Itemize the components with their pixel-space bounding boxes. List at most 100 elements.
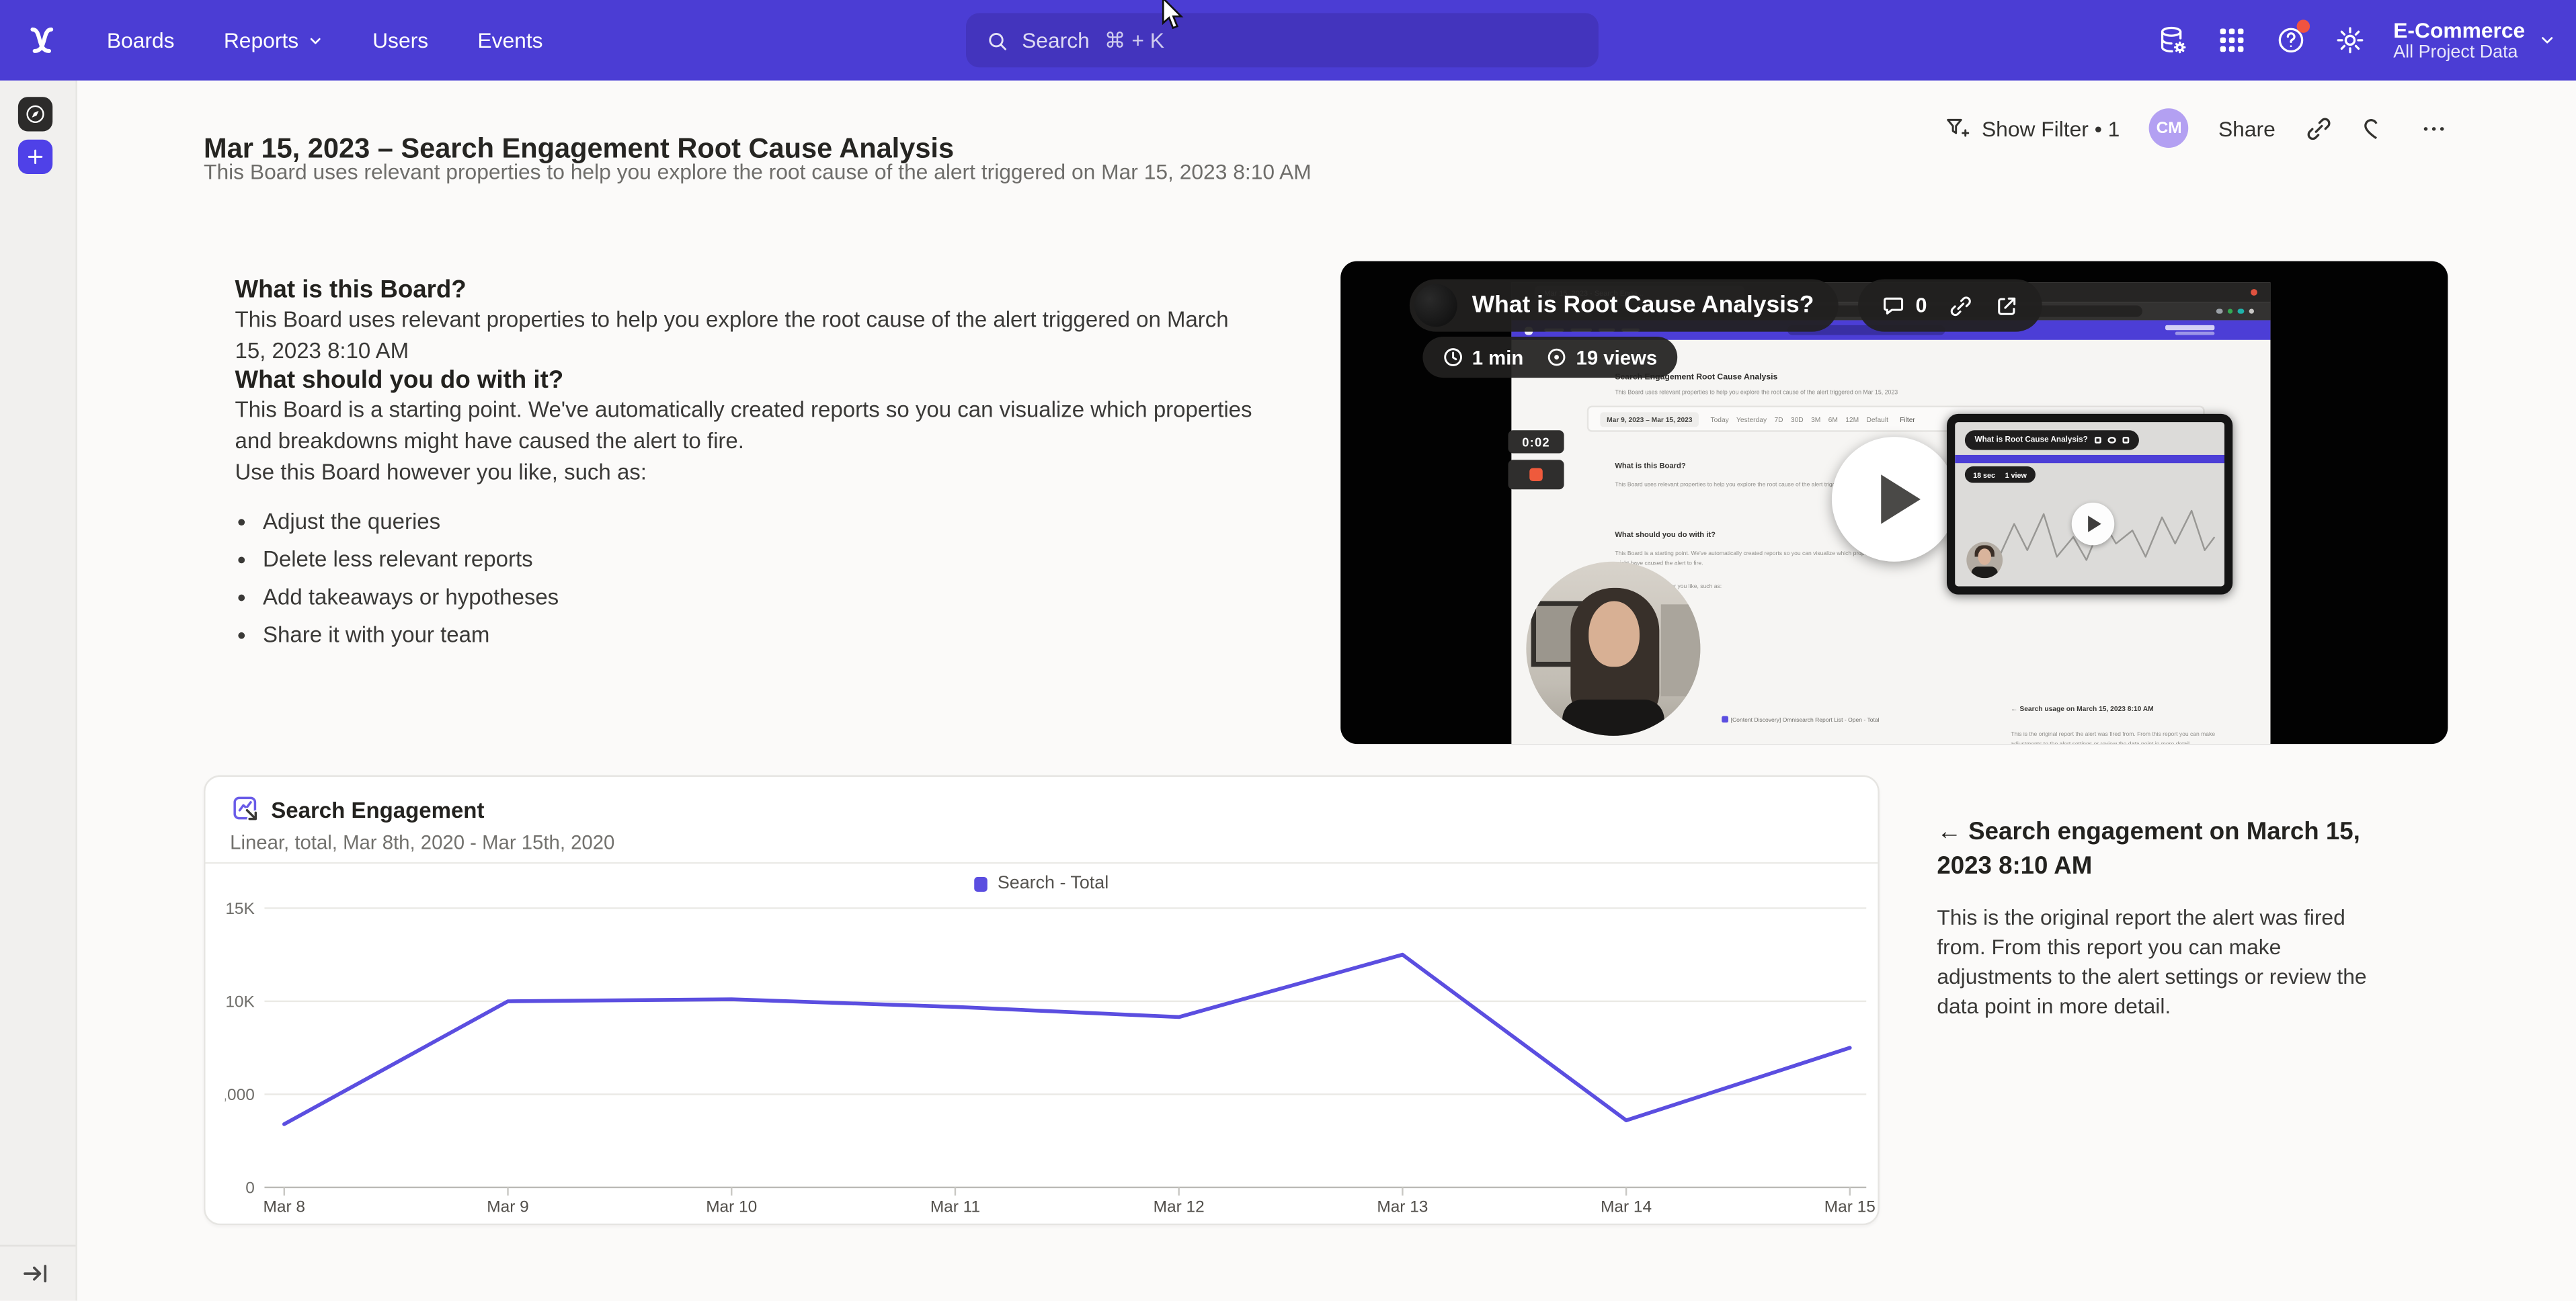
stop-icon: [1529, 468, 1543, 482]
nav-item-boards[interactable]: Boards: [107, 28, 175, 53]
sidebar-footer-divider: [0, 1245, 75, 1246]
search-icon: [985, 29, 1008, 52]
svg-text:Mar 8: Mar 8: [264, 1198, 305, 1216]
insights-report-icon: [232, 795, 261, 825]
add-button[interactable]: [18, 140, 52, 174]
copy-link-icon[interactable]: [1948, 293, 1973, 318]
play-button[interactable]: [1832, 437, 1957, 562]
settings-gear-icon[interactable]: [2334, 25, 2365, 56]
mini-date-range: Mar 9, 2023 – Mar 15, 2023: [1600, 411, 1699, 426]
list-item: Adjust the queries: [263, 507, 1262, 537]
inset-video-frame: What is Root Cause Analysis? 18 sec 1 vi…: [1947, 414, 2232, 595]
mixpanel-logo-icon[interactable]: [25, 23, 59, 57]
copy-link-icon[interactable]: [2305, 114, 2333, 142]
mini-section-title: What should you do with it?: [1615, 530, 1716, 538]
svg-text:15K: 15K: [225, 900, 255, 918]
section-body: This Board is a starting point. We've au…: [235, 394, 1261, 457]
suggestions-list: Adjust the queries Delete less relevant …: [235, 507, 1261, 650]
top-navbar: Boards Reports Users Events Search ⌘ + K: [0, 0, 2576, 81]
favorite-heart-icon[interactable]: [2362, 114, 2390, 142]
annotation-block: ← Search engagement on March 15, 2023 8:…: [1937, 814, 2377, 1021]
play-icon: [2089, 515, 2102, 532]
mini-chart-legend: [Content Discovery] Omnisearch Report Li…: [1722, 716, 1879, 724]
video-views: 19 views: [1547, 345, 1658, 368]
primary-nav: Boards Reports Users Events: [107, 28, 543, 53]
global-search-input[interactable]: Search ⌘ + K: [966, 13, 1599, 68]
inset-views: 1 view: [2005, 470, 2027, 478]
video-duration: 1 min: [1443, 345, 1524, 368]
section-title: What should you do with it?: [235, 366, 1261, 394]
nav-item-users[interactable]: Users: [372, 28, 428, 53]
open-external-icon[interactable]: [1995, 293, 2019, 318]
video-title-bar: What is Root Cause Analysis?: [1410, 279, 1839, 331]
comment-icon[interactable]: [1881, 293, 1906, 318]
inset-mini-navbar: [1955, 455, 2224, 463]
inset-video-stats: 18 sec 1 view: [1965, 466, 2035, 482]
page-subtitle: This Board uses relevant properties to h…: [204, 159, 1312, 184]
app-root: Boards Reports Users Events Search ⌘ + K: [0, 0, 2576, 1301]
project-name: E-Commerce: [2393, 17, 2525, 42]
help-icon[interactable]: [2275, 25, 2306, 56]
presenter-webcam: [1526, 562, 1700, 736]
list-intro: Use this Board however you like, such as…: [235, 456, 1261, 487]
open-external-icon: [2122, 437, 2130, 444]
inset-video-title: What is Root Cause Analysis?: [1975, 436, 2088, 444]
section-body: This Board uses relevant properties to h…: [235, 304, 1261, 366]
mini-quick-ranges: Today Yesterday 7D 30D 3M 6M 12M Default: [1710, 415, 1888, 423]
data-settings-icon[interactable]: [2157, 25, 2187, 56]
search-shortcut: ⌘ + K: [1104, 27, 1164, 53]
show-filter-button[interactable]: Show Filter • 1: [1944, 115, 2120, 141]
svg-text:Mar 14: Mar 14: [1601, 1198, 1652, 1216]
share-button[interactable]: Share: [2218, 116, 2276, 140]
video-stats: 1 min 19 views: [1422, 337, 1677, 378]
comment-icon: [2095, 437, 2102, 444]
video-toolbar: 0: [1858, 279, 2042, 331]
svg-text:5,000: 5,000: [225, 1086, 255, 1104]
svg-text:Mar 9: Mar 9: [487, 1198, 528, 1216]
comment-count: 0: [1916, 294, 1927, 317]
mini-filter-label: Filter: [1900, 415, 1915, 423]
inset-webcam: [1966, 542, 2003, 578]
more-options-icon[interactable]: [2420, 114, 2448, 142]
recording-stop-button[interactable]: [1508, 460, 1564, 489]
chevron-down-icon: [307, 32, 323, 48]
mini-annotation-body: This is the original report the alert wa…: [2011, 731, 2228, 745]
annotation-body: This is the original report the alert wa…: [1937, 903, 2377, 1021]
annotation-title: ← Search engagement on March 15, 2023 8:…: [1937, 814, 2377, 884]
avatar[interactable]: CM: [2149, 108, 2189, 148]
list-item: Delete less relevant reports: [263, 545, 1262, 575]
svg-text:Mar 10: Mar 10: [706, 1198, 757, 1216]
report-title[interactable]: Search Engagement: [271, 798, 484, 823]
board-description: What is this Board? This Board uses rele…: [235, 263, 1261, 659]
svg-text:10K: 10K: [225, 993, 255, 1011]
nav-item-events[interactable]: Events: [477, 28, 542, 53]
report-card-search-engagement: Search Engagement Linear, total, Mar 8th…: [204, 775, 1880, 1226]
discover-button[interactable]: [18, 97, 52, 131]
svg-text:Mar 12: Mar 12: [1154, 1198, 1205, 1216]
mini-section-title: What is this Board?: [1615, 462, 1685, 470]
video-player[interactable]: Mar 15, 2023 - Search Enga... Search Eng…: [1340, 261, 2448, 745]
notification-badge: [2296, 19, 2310, 33]
left-sidebar: [0, 81, 77, 1301]
video-avatar: [1414, 284, 1457, 327]
nav-item-reports[interactable]: Reports: [224, 28, 323, 53]
apps-grid-icon[interactable]: [2216, 25, 2247, 56]
project-selector[interactable]: E-Commerce All Project Data: [2393, 17, 2556, 63]
chevron-down-icon: [2538, 31, 2557, 49]
mini-extensions: [2216, 308, 2254, 314]
inset-play-button[interactable]: [2072, 503, 2115, 546]
svg-text:Mar 15: Mar 15: [1824, 1198, 1876, 1216]
navbar-right: E-Commerce All Project Data: [2157, 0, 2556, 81]
inset-duration: 18 sec: [1973, 470, 1995, 478]
svg-text:Mar 11: Mar 11: [930, 1198, 980, 1216]
plus-icon: [25, 146, 46, 168]
expand-sidebar-icon[interactable]: [22, 1259, 50, 1288]
play-icon: [1881, 474, 1921, 523]
board-actions: Show Filter • 1 CM Share: [1944, 108, 2448, 148]
recording-dot: [2250, 288, 2257, 296]
project-scope: All Project Data: [2393, 42, 2525, 63]
copy-link-icon: [2108, 437, 2116, 444]
line-chart[interactable]: 05,00010K15KMar 8Mar 9Mar 10Mar 11Mar 12…: [225, 888, 1884, 1220]
section-title: What is this Board?: [235, 276, 1261, 304]
compass-icon: [25, 103, 46, 125]
